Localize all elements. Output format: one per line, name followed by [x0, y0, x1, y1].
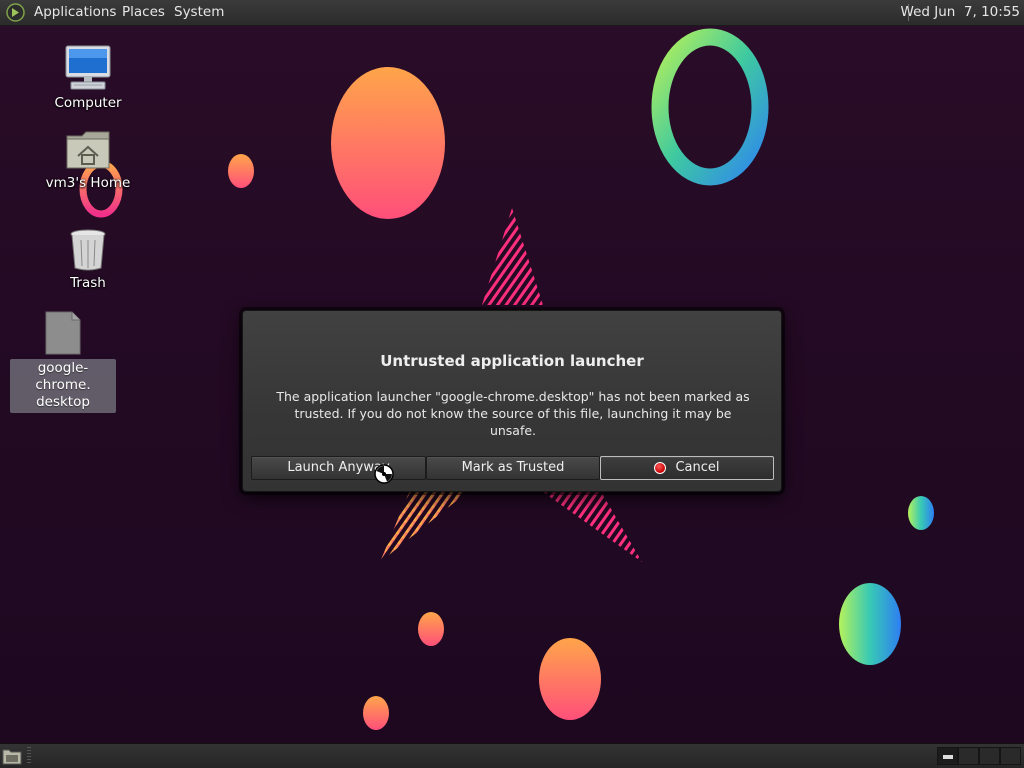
mark-as-trusted-button[interactable]: Mark as Trusted	[426, 456, 600, 480]
dialog-title: Untrusted application launcher	[380, 352, 644, 370]
computer-icon	[65, 45, 111, 90]
desktop-icon-computer[interactable]: Computer	[36, 44, 140, 112]
desktop-icon-label: vm3's Home	[45, 175, 131, 191]
desktop-icon-trash[interactable]: Trash	[36, 228, 140, 292]
cancel-button[interactable]: Cancel	[600, 456, 774, 480]
trash-icon	[70, 229, 106, 271]
clock[interactable]: Wed Jun 7, 10:55	[901, 0, 1020, 25]
workspace-3[interactable]	[979, 747, 1000, 765]
dialog-button-row: Launch Anyway Mark as Trusted Cancel	[251, 456, 774, 480]
desktop-icon-google-chrome-desktop[interactable]: google-chrome. desktop	[10, 311, 116, 413]
show-desktop-icon[interactable]	[2, 747, 22, 765]
desktop: Applications Places System Wed Jun 7, 10…	[0, 0, 1024, 768]
menu-places[interactable]: Places	[122, 0, 165, 25]
workspace-switcher[interactable]	[937, 747, 1021, 765]
untrusted-launcher-dialog: Untrusted application launcher The appli…	[242, 310, 782, 492]
panel-handle[interactable]	[27, 747, 31, 765]
top-panel: Applications Places System Wed Jun 7, 10…	[0, 0, 1024, 26]
home-folder-icon	[66, 131, 110, 169]
workspace-4[interactable]	[1000, 747, 1021, 765]
desktop-file-icon	[45, 311, 81, 355]
desktop-icon-label: google-chrome. desktop	[10, 359, 116, 413]
menu-system[interactable]: System	[174, 0, 224, 25]
cancel-icon	[654, 462, 667, 474]
cancel-button-content: Cancel	[654, 457, 720, 479]
cancel-button-label: Cancel	[675, 460, 720, 475]
workspace-1[interactable]	[937, 747, 958, 765]
workspace-2[interactable]	[958, 747, 979, 765]
desktop-icon-label: Trash	[70, 275, 106, 291]
bottom-panel	[0, 743, 1024, 768]
busy-cursor-icon	[374, 464, 394, 484]
dialog-message: The application launcher "google-chrome.…	[276, 389, 750, 438]
desktop-icon-home[interactable]: vm3's Home	[36, 128, 140, 192]
menu-applications[interactable]: Applications	[34, 0, 116, 25]
desktop-icon-label: Computer	[54, 95, 122, 111]
distro-logo-icon[interactable]	[6, 3, 25, 22]
workspace-window-thumbnail	[943, 755, 953, 759]
launch-anyway-button[interactable]: Launch Anyway	[251, 456, 426, 480]
